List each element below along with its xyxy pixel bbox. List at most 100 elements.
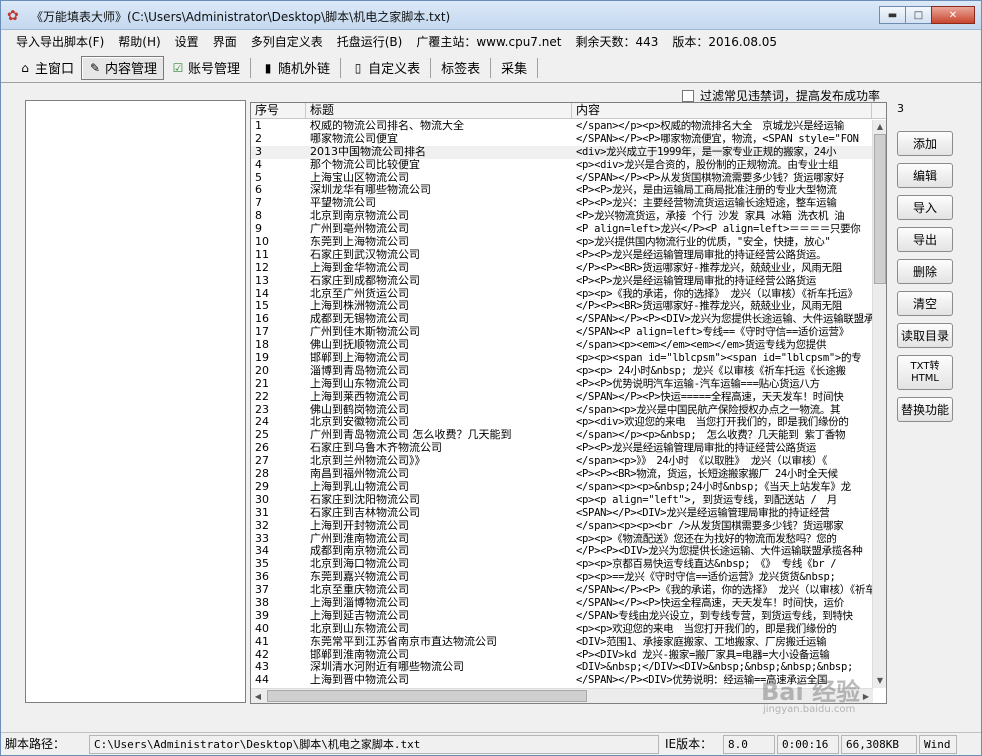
row-content-cell: <p><p>京都百易快运专线直达&nbsp; 《》 专线《br / <box>576 558 837 571</box>
table-row[interactable]: 31 石家庄到吉林物流公司 <SPAN></P><DIV>龙兴是经运输管理局审批的持… <box>251 507 872 520</box>
minimize-button[interactable]: ▬ <box>879 6 906 24</box>
edit-button[interactable]: 编辑 <box>897 163 953 188</box>
menu-multi-column-table[interactable]: 多列自定义表 <box>244 33 330 50</box>
table-row[interactable]: 35 北京到海口物流公司 <p><p>京都百易快运专线直达&nbsp; 《》 专线《… <box>251 558 872 571</box>
title-bar[interactable]: ✿ 《万能填表大师》(C:\Users\Administrator\Deskto… <box>1 1 981 30</box>
tab-main-window[interactable]: ⌂ 主窗口 <box>11 56 81 80</box>
table-row[interactable]: 4 那个物流公司比较便宜 <p><div>龙兴是合资的，股份制的正规物流。由专业士组 <box>251 159 872 172</box>
scroll-left-arrow-icon[interactable]: ◀ <box>251 689 265 703</box>
table-row[interactable]: 39 上海到延吉物流公司 </SPAN>专线由龙兴设立，到专线专营，到货运专线，到特… <box>251 610 872 623</box>
script-path-value: C:\Users\Administrator\Desktop\脚本\机电之家脚本… <box>89 734 659 754</box>
table-row[interactable]: 9 广州到亳州物流公司 <P align=left>龙兴</P><P align=l… <box>251 223 872 236</box>
read-directory-button[interactable]: 读取目录 <box>897 323 953 348</box>
table-row[interactable]: 36 东莞到嘉兴物流公司 <p><p>==龙兴《守时守信==适价运营》龙兴货货&nb… <box>251 571 872 584</box>
table-row[interactable]: 17 广州到佳木斯物流公司 </SPAN><P align=left>专线==《守时… <box>251 326 872 339</box>
menu-main-site[interactable]: 广覆主站：www.cpu7.net <box>409 33 568 50</box>
table-row[interactable]: 3 2013中国物流公司排名 <div>龙兴成立于1999年，是一家专业正规的搬家，… <box>251 145 872 159</box>
table-row[interactable]: 20 淄博到青岛物流公司 <p><p> 24小时&nbsp; 龙兴《以审核《祈车托运… <box>251 365 872 378</box>
tab-label: 内容管理 <box>105 62 158 77</box>
table-row[interactable]: 29 上海到乳山物流公司 </span><p><p>&nbsp;24小时&nbsp;… <box>251 481 872 494</box>
row-content-cell: <p><p>==龙兴《守时守信==适价运营》龙兴货货&nbsp; <box>576 571 836 584</box>
table-row[interactable]: 41 东莞常平到江苏省南京市直达物流公司 <DIV>范围1、承接家庭搬家、工地搬家、… <box>251 636 872 649</box>
table-row[interactable]: 10 东莞到上海物流公司 <p>龙兴提供国内物流行业的优质，"安全，快捷，放心" <box>251 236 872 249</box>
table-row[interactable]: 2 哪家物流公司便宜 </SPAN></P><P>哪家物流便宜，物流，<SPAN s… <box>251 133 872 146</box>
table-row[interactable]: 8 北京到南京物流公司 <P>龙兴物流货运，承接 个行 沙发 家具 冰箱 洗衣机 油 <box>251 210 872 223</box>
table-row[interactable]: 13 石家庄到成都物流公司 <P><P>龙兴是经运输管理局审批的持证经营公路货运 <box>251 275 872 288</box>
table-row[interactable]: 7 平望物流公司 <P><P>龙兴：主要经营物流货运运输长途短途，整车运输 <box>251 197 872 210</box>
table-row[interactable]: 11 石家庄到武汉物流公司 <P><P>龙兴是经运输管理局审批的持证经营公路货运。 <box>251 249 872 262</box>
table-row[interactable]: 37 北京至重庆物流公司 </SPAN></P><P>《我的承诺，你的选择》 龙兴（… <box>251 584 872 597</box>
row-index-cell: 42 <box>255 648 269 661</box>
tab-custom-table[interactable]: ▯ 自定义表 <box>344 56 427 80</box>
table-row[interactable]: 25 广州到青岛物流公司 怎么收费？几天能到 </span></p><p>&nbsp… <box>251 429 872 442</box>
horizontal-scroll-thumb[interactable] <box>267 690 587 702</box>
table-row[interactable]: 28 南昌到福州物流公司 <P><P><BR>物流，货运，长短途搬家搬厂 24小时全… <box>251 468 872 481</box>
scroll-down-arrow-icon[interactable]: ▼ <box>873 674 886 688</box>
delete-button[interactable]: 删除 <box>897 259 953 284</box>
tab-content-management[interactable]: ✎ 内容管理 <box>81 55 165 80</box>
import-button[interactable]: 导入 <box>897 195 953 220</box>
tab-collect[interactable]: 采集 <box>494 56 534 80</box>
replace-button[interactable]: 替换功能 <box>897 397 953 422</box>
table-row[interactable]: 14 北京至广州货运公司 <p><p>《我的承诺，你的选择》 龙兴（以审核）《祈车托… <box>251 288 872 301</box>
column-header-content[interactable]: 内容 <box>572 103 872 119</box>
row-index-cell: 2 <box>255 132 262 145</box>
table-row[interactable]: 6 深圳龙华有哪些物流公司 <P><P>龙兴，是由运输局工商局批准注册的专业大型物流 <box>251 184 872 197</box>
export-button[interactable]: 导出 <box>897 227 953 252</box>
row-index-cell: 21 <box>255 377 269 390</box>
table-row[interactable]: 38 上海到淄博物流公司 </SPAN></P><P>快运全程高速，天天发车！时间快… <box>251 597 872 610</box>
row-title-cell: 北京至重庆物流公司 <box>310 584 409 597</box>
vertical-scrollbar[interactable]: ▲ ▼ <box>872 120 886 688</box>
row-title-cell: 广州到淮南物流公司 <box>310 532 409 545</box>
tab-tag-table[interactable]: 标签表 <box>434 56 487 80</box>
table-row[interactable]: 5 上海宝山区物流公司 </SPAN></P><P>从发货国棋物流需要多少钱？货运哪… <box>251 172 872 185</box>
scroll-right-arrow-icon[interactable]: ▶ <box>859 689 873 703</box>
table-row[interactable]: 42 邯郸到淮南物流公司 <P><DIV>kd 龙兴-搬家=搬厂家具=电器=大小设备… <box>251 649 872 662</box>
row-content-cell: <P><P>优势说明汽车运输-汽车运输===贴心货运八方 <box>576 377 820 390</box>
table-row[interactable]: 27 北京到兰州物流公司》》 </span><p>》》 24小时 《以取胜》 龙兴（… <box>251 455 872 468</box>
table-row[interactable]: 15 上海到株洲物流公司 </P><P><BR>货运哪家好-推荐龙兴，兢兢业业，风雨… <box>251 300 872 313</box>
row-title-cell: 北京至广州货运公司 <box>310 287 409 300</box>
app-logo-icon: ✿ <box>7 8 19 24</box>
table-row[interactable]: 19 邯郸到上海物流公司 <p><p><span id="lblcpsm"><spa… <box>251 352 872 365</box>
tab-account-management[interactable]: ☑ 账号管理 <box>164 56 247 80</box>
table-row[interactable]: 24 北京到安徽物流公司 <p><div>欢迎您的来电 当您打开我们的，即是我们缘份… <box>251 416 872 429</box>
table-row[interactable]: 22 上海到莱西物流公司 </SPAN></P><P>快运=====全程高速，天天发… <box>251 391 872 404</box>
row-title-cell: 上海到淄博物流公司 <box>310 596 409 609</box>
table-row[interactable]: 40 北京到山东物流公司 <p><p>欢迎您的来电 当您打开我们的，即是我们缘份的 <box>251 623 872 636</box>
maximize-button[interactable]: □ <box>905 6 932 24</box>
menu-tray-run[interactable]: 托盘运行(B) <box>330 33 410 50</box>
table-row[interactable]: 30 石家庄到沈阳物流公司 <p><p align="left">, 到货运专线，到… <box>251 494 872 507</box>
filter-checkbox[interactable] <box>682 89 694 102</box>
menu-interface[interactable]: 界面 <box>206 33 244 50</box>
add-button[interactable]: 添加 <box>897 131 953 156</box>
table-row[interactable]: 21 上海到山东物流公司 <P><P>优势说明汽车运输-汽车运输===贴心货运八方 <box>251 378 872 391</box>
baidu-watermark-url: jingyan.baidu.com <box>763 704 856 715</box>
table-row[interactable]: 1 权威的物流公司排名、物流大全 </span></p><p>权威的物流排名大全 京… <box>251 120 872 133</box>
tab-random-links[interactable]: ▮ 随机外链 <box>254 56 337 80</box>
menu-help[interactable]: 帮助(H) <box>111 33 167 50</box>
table-row[interactable]: 23 佛山到鹤岗物流公司 </span><p>龙兴是中国民航产保险授权办点之一物流。… <box>251 404 872 417</box>
menu-import-export[interactable]: 导入导出脚本(F) <box>9 33 111 50</box>
scroll-up-arrow-icon[interactable]: ▲ <box>873 120 886 134</box>
menu-settings[interactable]: 设置 <box>168 33 206 50</box>
close-button[interactable]: ✕ <box>931 6 975 24</box>
column-header-index[interactable]: 序号 <box>251 103 306 119</box>
table-row[interactable]: 26 石家庄到乌鲁木齐物流公司 <P><P>龙兴是经运输管理局审批的持证经营公路货运 <box>251 442 872 455</box>
table-row[interactable]: 16 成都到无锡物流公司 </SPAN></P><P><DIV>龙兴为您提供长途运输… <box>251 313 872 326</box>
directory-list-pane[interactable] <box>25 100 246 703</box>
row-title-cell: 北京到兰州物流公司》》 <box>310 455 426 468</box>
row-index-cell: 39 <box>255 609 269 622</box>
row-index-cell: 30 <box>255 493 269 506</box>
table-row[interactable]: 34 成都到南京物流公司 </P><P><DIV>龙兴为您提供长途运输、大件运输联盟… <box>251 545 872 558</box>
clear-button[interactable]: 清空 <box>897 291 953 316</box>
row-index-cell: 38 <box>255 596 269 609</box>
table-row[interactable]: 12 上海到金华物流公司 </P><P><BR>货运哪家好-推荐龙兴，兢兢业业，风雨… <box>251 262 872 275</box>
table-row[interactable]: 33 广州到淮南物流公司 <p><p>《物流配送》您还在为找好的物流而发愁吗？您的 <box>251 533 872 546</box>
column-header-title[interactable]: 标题 <box>306 103 572 119</box>
row-content-cell: </span><p><p><br />从发货国棋需要多少钱？货运哪家 <box>576 519 844 532</box>
table-row[interactable]: 18 佛山到抚顺物流公司 </span><p><em></em><em></em>货… <box>251 339 872 352</box>
vertical-scroll-thumb[interactable] <box>874 134 886 284</box>
table-row[interactable]: 32 上海到开封物流公司 </span><p><p><br />从发货国棋需要多少钱… <box>251 520 872 533</box>
txt-to-html-button[interactable]: TXT转 HTML <box>897 355 953 390</box>
